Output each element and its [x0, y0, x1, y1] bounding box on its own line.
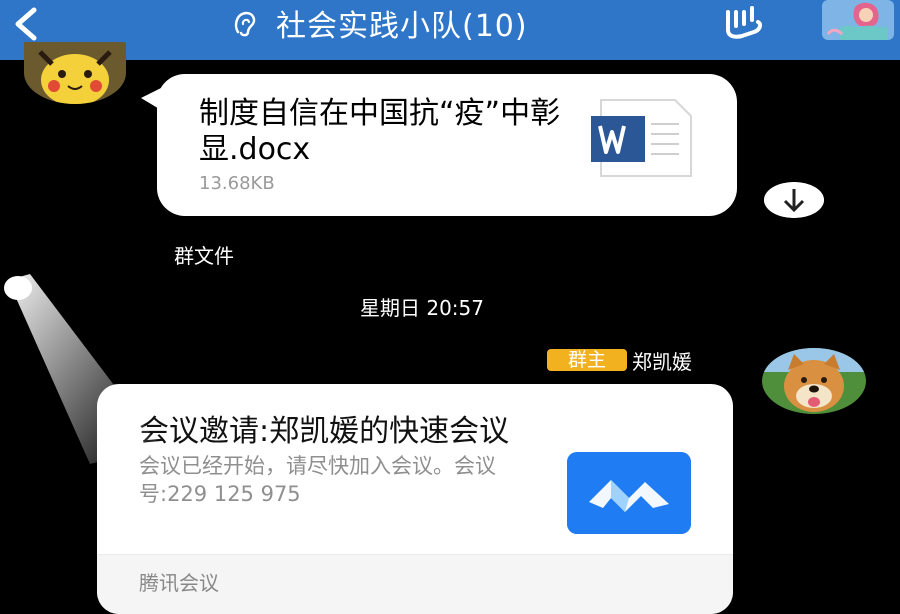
mermaid-avatar[interactable]	[822, 0, 894, 40]
group-owner-badge: 群主	[547, 349, 627, 371]
meeting-description: 会议已经开始，请尽快加入会议。会议号:229 125 975	[139, 454, 496, 506]
file-size: 13.68KB	[199, 173, 275, 194]
file-name: 制度自信在中国抗“疫”中彰显.docx	[199, 96, 561, 167]
file-message[interactable]: 制度自信在中国抗“疫”中彰显.docx 13.68KB	[157, 74, 737, 216]
tencent-meeting-icon	[567, 452, 691, 534]
meeting-invite-card[interactable]: 会议邀请:郑凯媛的快速会议 会议已经开始，请尽快加入会议。会议号:229 125…	[97, 384, 733, 614]
group-files-label: 群文件	[174, 244, 234, 268]
chat-header: 社会实践小队(10)	[0, 0, 900, 60]
word-file-icon	[591, 99, 692, 177]
download-button[interactable]	[764, 182, 824, 218]
chat-title: 社会实践小队(10)	[276, 9, 528, 44]
meeting-title: 会议邀请:郑凯媛的快速会议	[139, 414, 510, 449]
meeting-source: 腾讯会议	[139, 571, 219, 595]
message-timestamp: 星期日 20:57	[360, 296, 484, 320]
sender-name[interactable]: 郑凯媛	[632, 346, 692, 375]
hand-icon[interactable]	[720, 2, 766, 42]
title-wrap: 社会实践小队(10)	[228, 0, 528, 46]
meeting-footer: 腾讯会议	[97, 554, 733, 614]
ear-icon[interactable]	[228, 6, 262, 40]
pikachu-avatar[interactable]	[24, 42, 126, 104]
dog-avatar[interactable]	[762, 348, 866, 414]
back-arrow-icon[interactable]	[6, 4, 46, 44]
